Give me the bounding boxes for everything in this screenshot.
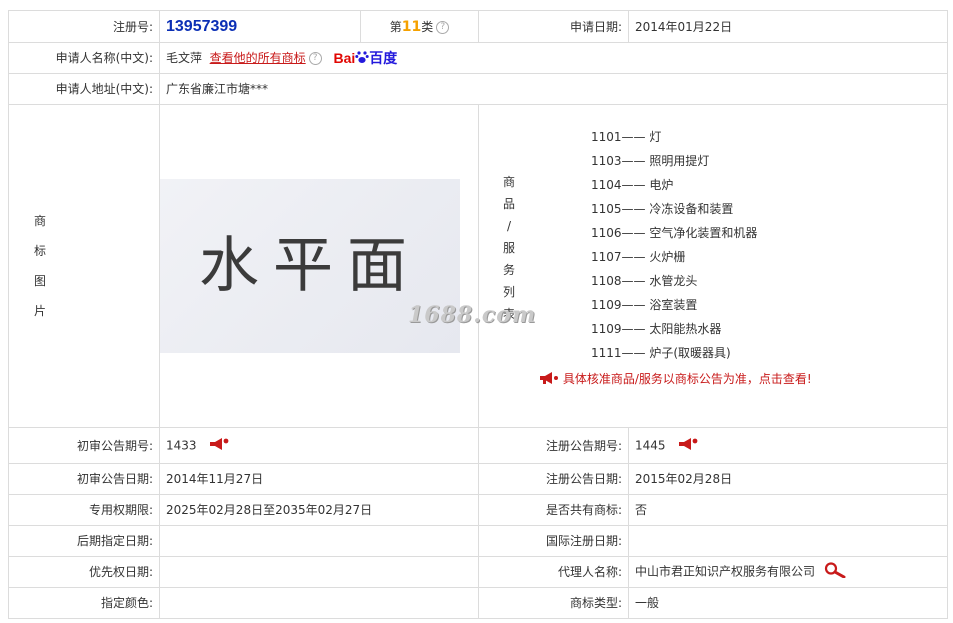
applicant-address-label: 申请人地址(中文): [8,73,160,105]
goods-services-label: 商 品 / 服 务 列 表 [502,175,515,321]
later-date-label: 后期指定日期: [8,525,160,557]
view-all-trademarks-link[interactable]: 查看他的所有商标 [210,51,306,65]
goods-item: 1109—— 浴室装置 [591,298,698,312]
row-image-goods: 商 标 图 片 水平面 商 品 / 服 务 列 表 1101—— 灯 1103—… [8,104,948,428]
goods-item: 1101—— 灯 [591,130,662,144]
color-label: 指定颜色: [8,587,160,619]
search-icon[interactable] [823,562,847,582]
megaphone-icon [540,372,558,384]
megaphone-icon[interactable] [209,437,229,455]
intl-date-value [628,525,948,557]
reg-pub-no-label: 注册公告期号: [478,427,629,464]
goods-notice-link[interactable]: 具体核准商品/服务以商标公告为准，点击查看! [539,371,812,387]
reg-pub-no-cell: 1445 [628,427,948,464]
prelim-date-value: 2014年11月27日 [159,463,479,495]
prelim-date-label: 初审公告日期: [8,463,160,495]
trademark-image-label: 商 标 图 片 [8,104,160,428]
agent-value: 中山市君正知识产权服务有限公司 [635,564,816,579]
applicant-address-value: 广东省廉江市塘*** [159,73,948,105]
trademark-image-cell: 水平面 [159,104,479,428]
prelim-no-value: 1433 [166,438,197,452]
paw-icon [355,51,369,64]
help-icon[interactable]: ? [436,20,450,34]
reg-number-label: 注册号: [8,10,160,43]
goods-item: 1106—— 空气净化装置和机器 [591,226,758,240]
row-later-date: 后期指定日期: 国际注册日期: [8,525,948,557]
goods-item: 1111—— 炉子(取暖器具) [591,346,731,360]
row-prelim-date: 初审公告日期: 2014年11月27日 注册公告日期: 2015年02月28日 [8,463,948,495]
row-color: 指定颜色: 商标类型: 一般 [8,587,948,619]
type-label: 商标类型: [478,587,629,619]
goods-item: 1105—— 冷冻设备和装置 [591,202,734,216]
row-term: 专用权期限: 2025年02月28日至2035年02月27日 是否共有商标: 否 [8,494,948,526]
agent-label: 代理人名称: [478,556,629,588]
priority-value [159,556,479,588]
applicant-name-cell: 毛文萍 查看他的所有商标? Bai 百度 [159,42,948,74]
reg-pub-no-value: 1445 [635,438,666,452]
apply-date-value: 2014年01月22日 [628,10,948,43]
shared-value: 否 [628,494,948,526]
apply-date-label: 申请日期: [478,10,629,43]
applicant-name-value: 毛文萍 [166,50,203,65]
agent-cell: 中山市君正知识产权服务有限公司 [628,556,948,588]
reg-number-value: 13957399 [159,10,361,43]
row-registration: 注册号: 13957399 第11类? 申请日期: 2014年01月22日 [8,10,948,43]
applicant-name-label: 申请人名称(中文): [8,42,160,74]
goods-item: 1109—— 太阳能热水器 [591,322,722,336]
goods-item: 1107—— 火炉栅 [591,250,686,264]
baidu-search-logo[interactable]: Bai 百度 [334,50,398,66]
megaphone-icon[interactable] [678,437,698,455]
goods-item: 1108—— 水管龙头 [591,274,698,288]
color-value [159,587,479,619]
class-number: 11 [401,18,422,35]
class-cell: 第11类? [360,10,479,43]
row-prelim-no: 初审公告期号: 1433 注册公告期号: 1445 [8,427,948,464]
help-icon[interactable]: ? [308,51,322,65]
term-value: 2025年02月28日至2035年02月27日 [159,494,479,526]
reg-pub-date-label: 注册公告日期: [478,463,629,495]
watermark: 1688.com [408,302,537,328]
prelim-no-cell: 1433 [159,427,479,464]
row-applicant-name: 申请人名称(中文): 毛文萍 查看他的所有商标? Bai 百度 [8,42,948,74]
intl-date-label: 国际注册日期: [478,525,629,557]
goods-item: 1103—— 照明用提灯 [591,154,710,168]
later-date-value [159,525,479,557]
goods-services-cell: 商 品 / 服 务 列 表 1101—— 灯 1103—— 照明用提灯 1104… [478,104,948,428]
goods-list: 1101—— 灯 1103—— 照明用提灯 1104—— 电炉 1105—— 冷… [539,115,812,365]
prelim-no-label: 初审公告期号: [8,427,160,464]
priority-label: 优先权日期: [8,556,160,588]
reg-pub-date-value: 2015年02月28日 [628,463,948,495]
row-applicant-address: 申请人地址(中文): 广东省廉江市塘*** [8,73,948,105]
row-priority: 优先权日期: 代理人名称: 中山市君正知识产权服务有限公司 [8,556,948,588]
goods-item: 1104—— 电炉 [591,178,674,192]
type-value: 一般 [628,587,948,619]
term-label: 专用权期限: [8,494,160,526]
shared-label: 是否共有商标: [478,494,629,526]
